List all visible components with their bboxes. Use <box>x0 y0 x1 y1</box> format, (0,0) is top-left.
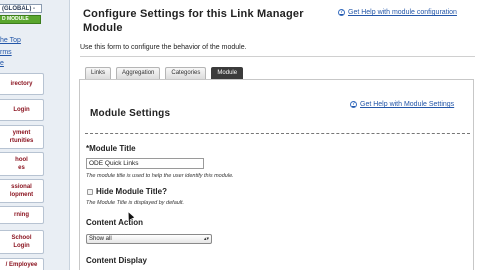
hide-module-title-checkbox[interactable] <box>87 189 93 195</box>
sidebar-link-forms[interactable]: rms <box>0 49 12 56</box>
help-module-configuration-link[interactable]: ? Get Help with module configuration <box>338 9 457 16</box>
global-dropdown[interactable]: (GLOBAL) - <box>0 4 42 13</box>
help-module-settings-link[interactable]: ? Get Help with Module Settings <box>350 101 454 108</box>
content-action-label: Content Action <box>86 218 144 227</box>
tab-categories[interactable]: Categories <box>165 67 207 79</box>
tab-links[interactable]: Links <box>85 67 112 79</box>
module-button[interactable]: D MODULE <box>0 15 41 24</box>
sidebar-item-schools[interactable]: hool es <box>0 152 44 176</box>
help-icon: ? <box>350 101 357 108</box>
sidebar-item-professional-development[interactable]: ssional lopment <box>0 179 44 203</box>
tab-module[interactable]: Module <box>211 67 244 79</box>
section-divider <box>85 133 470 134</box>
select-arrows-icon: ▴▾ <box>203 236 209 242</box>
sidebar-item-login[interactable]: Login <box>0 99 44 121</box>
sidebar-item-label: School Login <box>11 235 32 249</box>
sidebar-link-top[interactable]: he Top <box>0 37 21 44</box>
hide-module-title-help: The Module Title is displayed by default… <box>86 200 185 206</box>
content-display-label: Content Display <box>86 256 147 265</box>
left-sidebar: (GLOBAL) - D MODULE he Top rms e irector… <box>0 0 70 270</box>
sidebar-item-school-login[interactable]: School Login <box>0 230 44 254</box>
hide-module-title-label: Hide Module Title? <box>96 187 167 196</box>
tab-bar: Links Aggregation Categories Module <box>85 67 248 79</box>
sidebar-item-label: rning <box>14 212 29 218</box>
help-icon: ? <box>338 9 345 16</box>
content-action-value: Show all <box>89 236 112 242</box>
tab-aggregation[interactable]: Aggregation <box>116 67 161 79</box>
sidebar-item-label: / Employee <box>5 262 38 268</box>
page-description: Use this form to configure the behavior … <box>80 44 247 51</box>
help-link-label: Get Help with Module Settings <box>360 101 455 108</box>
sidebar-item-label: irectory <box>10 81 33 87</box>
module-title-help: The module title is used to help the use… <box>86 173 234 179</box>
sidebar-item-employment[interactable]: yment rtunities <box>0 125 44 149</box>
sidebar-item-directory[interactable]: irectory <box>0 73 44 95</box>
sidebar-item-label: yment rtunities <box>9 130 34 144</box>
sidebar-item-label: hool es <box>15 157 28 171</box>
divider <box>80 56 475 57</box>
help-link-label: Get Help with module configuration <box>348 9 457 16</box>
sidebar-link-e[interactable]: e <box>0 60 4 67</box>
sidebar-item-learning[interactable]: rning <box>0 206 44 224</box>
content-action-select[interactable]: Show all ▴▾ <box>86 234 212 244</box>
module-title-input[interactable] <box>86 158 204 169</box>
sidebar-item-employee[interactable]: / Employee <box>0 258 44 270</box>
page-title: Configure Settings for this Link Manager… <box>83 8 304 34</box>
panel-title: Module Settings <box>90 108 171 119</box>
module-settings-panel: Module Settings ? Get Help with Module S… <box>79 79 474 270</box>
sidebar-item-label: Login <box>13 107 30 113</box>
sidebar-item-label: ssional lopment <box>9 184 34 198</box>
main-content: Configure Settings for this Link Manager… <box>75 0 480 270</box>
module-title-label: *Module Title <box>86 144 136 153</box>
